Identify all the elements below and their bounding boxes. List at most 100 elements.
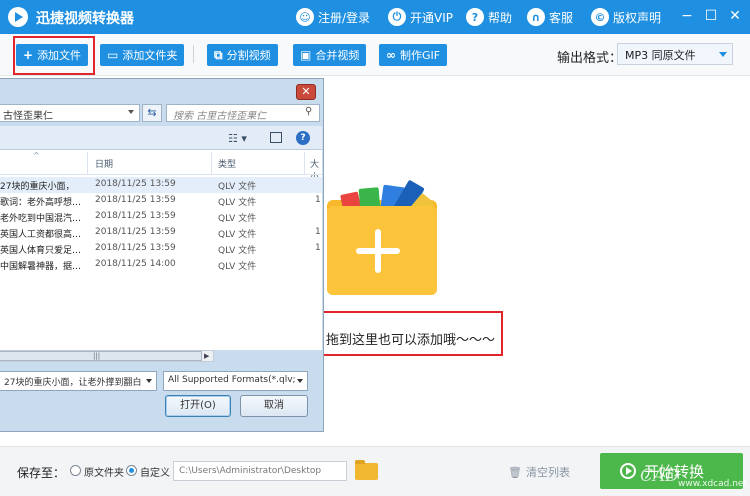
view-options-icon[interactable]: ☷ ▾ (228, 132, 247, 145)
title-bar: 迅捷视频转换器 ☺ 注册/登录 ⏻ 开通VIP ? 帮助 ∩ 客服 © 版权声明… (0, 0, 750, 34)
open-button[interactable]: 打开(O) (165, 395, 231, 417)
file-row[interactable]: 中国解暑神器，据… 2018/11/25 14:00 QLV 文件 (0, 257, 322, 273)
file-size: 1 (315, 243, 321, 253)
file-row[interactable]: 歌词：老外高呼想… 2018/11/25 13:59 QLV 文件 1 (0, 193, 322, 209)
split-video-label: 分割视频 (226, 49, 271, 62)
maximize-button[interactable]: ☐ (703, 8, 719, 24)
file-name: 英国人工资都很高… (0, 230, 82, 240)
file-date: 2018/11/25 13:59 (95, 195, 176, 205)
folder-icon: ▭ (107, 48, 119, 62)
original-folder-radio[interactable] (70, 465, 81, 476)
gif-icon: ∞ (386, 48, 396, 62)
cancel-button[interactable]: 取消 (240, 395, 308, 417)
make-gif-button[interactable]: ∞ 制作GIF (379, 44, 448, 66)
file-row[interactable]: 27块的重庆小面， 2018/11/25 13:59 QLV 文件 (0, 177, 322, 193)
copyright-icon: © (591, 8, 609, 26)
add-folder-button[interactable]: ▭ 添加文件夹 (100, 44, 185, 66)
chevron-down-icon[interactable] (146, 379, 152, 383)
help-link[interactable]: ? 帮助 (466, 7, 512, 27)
output-path-value: C:\Users\Administrator\Desktop (179, 466, 322, 476)
search-icon[interactable]: ⚲ (305, 106, 312, 117)
output-path-input[interactable]: C:\Users\Administrator\Desktop (173, 461, 347, 481)
column-size-header[interactable]: 大小 (306, 152, 322, 183)
user-icon: ☺ (296, 8, 314, 26)
output-format-label: 输出格式： (557, 51, 623, 66)
dialog-address-text: 古怪歪果仁 (3, 111, 53, 122)
file-row[interactable]: 老外吃到中国混汽… 2018/11/25 13:59 QLV 文件 (0, 209, 322, 225)
vip-label: 开通VIP (410, 10, 453, 25)
dialog-close-button[interactable]: ✕ (296, 84, 316, 100)
output-format-select[interactable]: MP3 同原文件 (617, 43, 733, 65)
watermark-url: www.xdcad.net (678, 479, 747, 489)
file-row[interactable]: 英国人体育只爱足… 2018/11/25 13:59 QLV 文件 1 (0, 241, 322, 257)
file-type-filter[interactable]: All Supported Formats(*.qlv; (163, 371, 308, 391)
watermark: CAD (640, 466, 679, 486)
file-name: 老外吃到中国混汽… (0, 214, 82, 224)
clear-list-button[interactable]: 🗑 清空列表 (508, 464, 570, 480)
scrollbar-thumb[interactable] (0, 351, 202, 361)
custom-folder-radio[interactable] (126, 465, 137, 476)
column-date-header[interactable]: 日期 (90, 152, 212, 174)
toolbar-divider (193, 45, 194, 63)
copyright-label: 版权声明 (613, 10, 662, 25)
header-divider (0, 174, 322, 175)
file-date: 2018/11/25 14:00 (95, 259, 176, 269)
save-to-label: 保存至： (17, 466, 66, 480)
column-name-header[interactable] (0, 152, 88, 174)
file-type-filter-value: All Supported Formats(*.qlv; (168, 375, 296, 385)
file-type: QLV 文件 (218, 246, 257, 256)
merge-video-label: 合并视频 (315, 49, 360, 62)
scroll-grip-icon: ||| (93, 352, 101, 360)
chevron-down-icon (719, 52, 727, 57)
help-icon[interactable]: ? (296, 131, 310, 145)
support-link[interactable]: ∩ 客服 (527, 7, 573, 27)
file-date: 2018/11/25 13:59 (95, 179, 176, 189)
file-name: 中国解暑神器，据… (0, 262, 82, 272)
dialog-search-input[interactable]: 搜索 古里古怪歪果仁 (166, 104, 320, 122)
output-format-value: MP3 同原文件 (625, 49, 696, 62)
close-button[interactable]: ✕ (727, 8, 743, 24)
file-date: 2018/11/25 13:59 (95, 211, 176, 221)
chevron-down-icon[interactable] (297, 379, 303, 383)
split-icon: ⧉ (214, 47, 223, 62)
custom-folder-label: 自定义 (140, 468, 170, 479)
file-name-input[interactable]: 27块的重庆小面，让老外撑到翻白 (0, 371, 157, 391)
file-size: 1 (315, 227, 321, 237)
minimize-button[interactable]: − (679, 8, 695, 24)
login-link[interactable]: ☺ 注册/登录 (296, 7, 370, 27)
copyright-link[interactable]: © 版权声明 (591, 7, 661, 27)
plus-icon-v (375, 229, 381, 273)
refresh-icon[interactable]: ⇆ (142, 104, 162, 122)
vip-icon: ⏻ (388, 8, 406, 26)
original-folder-label: 原文件夹 (84, 468, 124, 479)
browse-folder-icon[interactable] (355, 460, 378, 480)
login-label: 注册/登录 (318, 10, 371, 25)
column-type-header[interactable]: 类型 (213, 152, 305, 174)
file-type: QLV 文件 (218, 262, 257, 272)
make-gif-label: 制作GIF (400, 49, 441, 62)
dialog-search-placeholder: 搜索 古里古怪歪果仁 (173, 111, 267, 122)
headset-icon: ∩ (527, 8, 545, 26)
app-title: 迅捷视频转换器 (36, 11, 134, 27)
play-icon (620, 463, 636, 479)
file-date: 2018/11/25 13:59 (95, 243, 176, 253)
add-folder-label: 添加文件夹 (122, 49, 178, 62)
merge-video-button[interactable]: ▣ 合并视频 (293, 44, 367, 66)
file-name: 英国人体育只爱足… (0, 246, 82, 256)
preview-pane-icon[interactable] (270, 132, 282, 143)
vip-link[interactable]: ⏻ 开通VIP (388, 7, 453, 27)
split-video-button[interactable]: ⧉ 分割视频 (207, 44, 278, 66)
help-icon: ? (466, 8, 484, 26)
dialog-address-bar[interactable]: 古怪歪果仁 (0, 104, 140, 122)
file-type: QLV 文件 (218, 198, 257, 208)
add-file-highlight (13, 36, 95, 75)
merge-icon: ▣ (300, 48, 312, 62)
file-type: QLV 文件 (218, 182, 257, 192)
support-label: 客服 (549, 10, 574, 25)
file-name-value: 27块的重庆小面，让老外撑到翻白 (4, 378, 142, 388)
file-type: QLV 文件 (218, 230, 257, 240)
scroll-right-icon[interactable]: ▶ (204, 352, 209, 360)
file-row[interactable]: 英国人工资都很高… 2018/11/25 13:59 QLV 文件 1 (0, 225, 322, 241)
chevron-down-icon[interactable] (128, 110, 134, 114)
help-label: 帮助 (488, 10, 513, 25)
